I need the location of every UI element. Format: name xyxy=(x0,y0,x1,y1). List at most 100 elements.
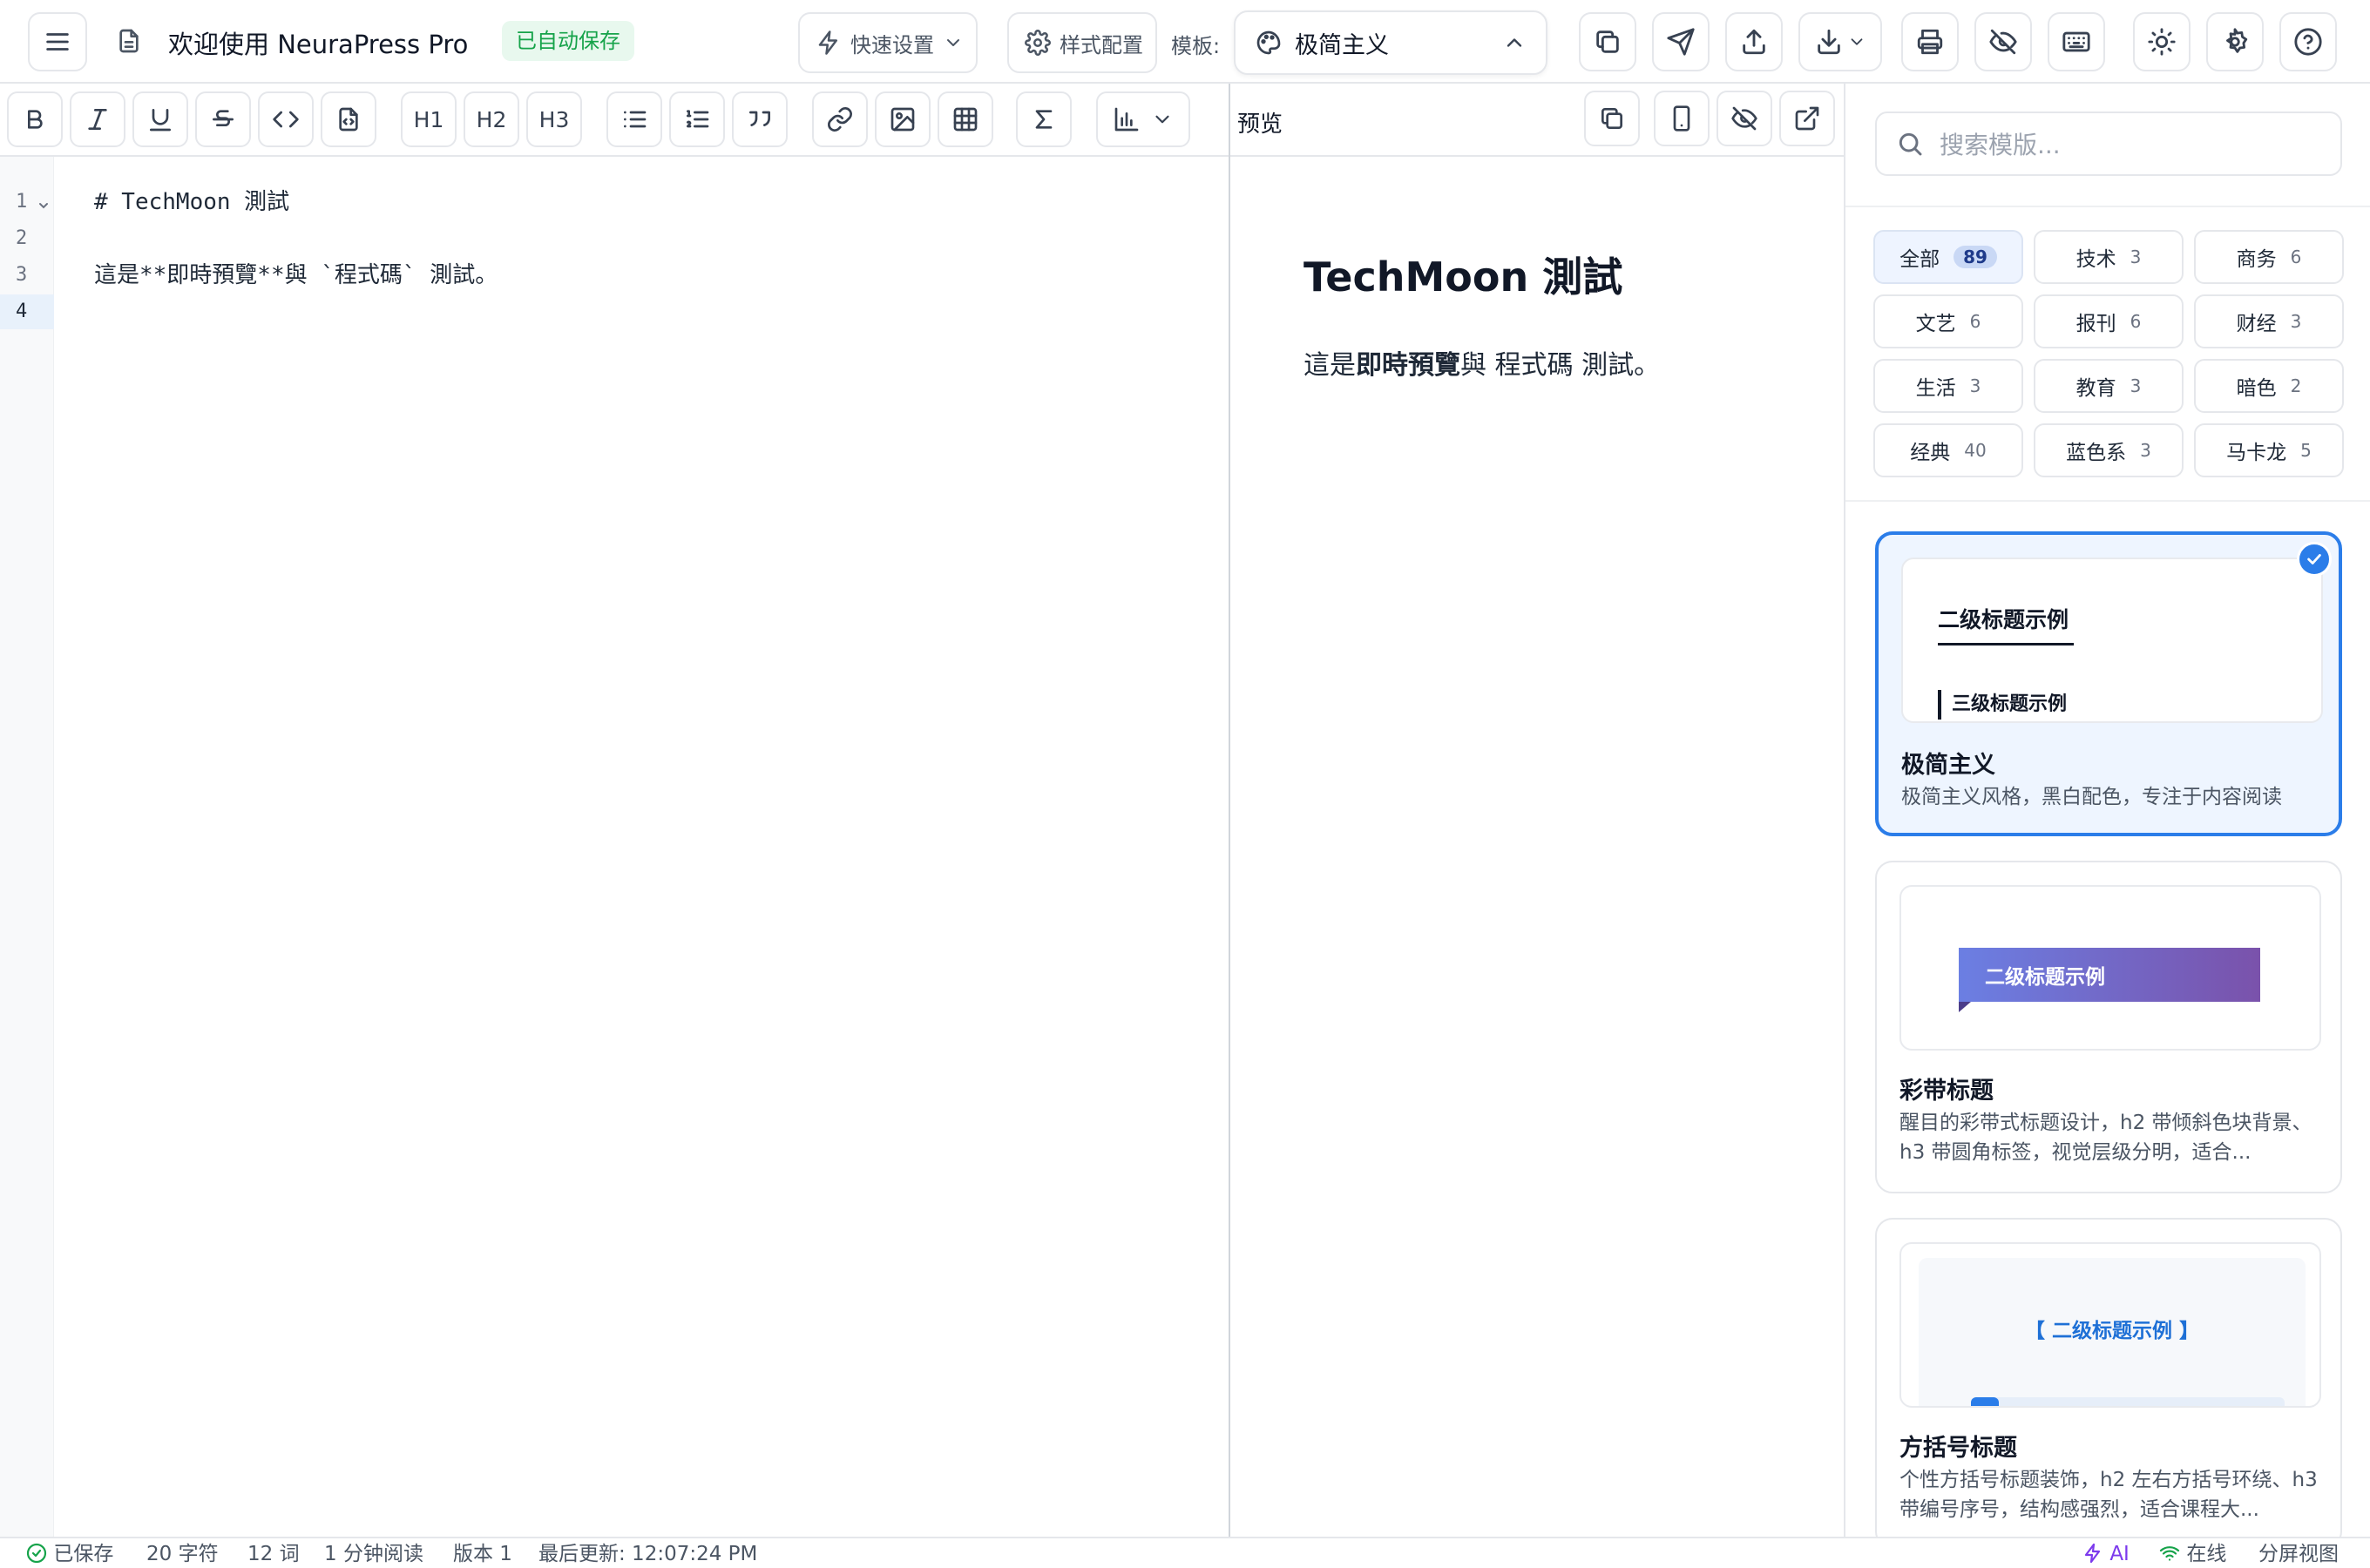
menu-button[interactable] xyxy=(28,12,87,71)
category-count: 3 xyxy=(2290,311,2302,332)
template-card-ribbon[interactable]: 二级标题示例 彩带标题 醒目的彩带式标题设计，h2 带倾斜色块背景、h3 带圆角… xyxy=(1875,861,2342,1193)
copy-preview-button[interactable] xyxy=(1584,91,1640,146)
help-button[interactable] xyxy=(2279,12,2337,71)
sample-h3: 三级标题示例 xyxy=(1938,690,2067,720)
template-card-bracket[interactable]: 【 二级标题示例 】 方括号标题 个性方括号标题装饰，h2 左右方括号环绕、h3… xyxy=(1875,1218,2342,1549)
category-classic[interactable]: 经典 40 xyxy=(1873,423,2023,477)
gear-icon xyxy=(1025,30,1051,56)
chevron-down-icon xyxy=(947,39,959,46)
style-config-label: 样式配置 xyxy=(1060,32,1143,57)
style-config-button[interactable]: 样式配置 xyxy=(1007,12,1157,73)
category-dark[interactable]: 暗色 2 xyxy=(2194,359,2344,413)
online-status: 在线 xyxy=(2159,1540,2226,1568)
template-search-input[interactable]: 搜索模版... xyxy=(1875,112,2342,176)
table-button[interactable] xyxy=(938,91,993,147)
chart-icon xyxy=(1114,107,1139,132)
last-updated: 最后更新: 12:07:24 PM xyxy=(538,1543,758,1565)
bullet-list-button[interactable] xyxy=(606,91,662,147)
char-count: 20 字符 xyxy=(146,1543,219,1565)
category-count: 6 xyxy=(1969,311,1981,332)
category-life[interactable]: 生活 3 xyxy=(1873,359,2023,413)
divider xyxy=(1845,500,2370,502)
word-count: 12 词 xyxy=(247,1543,300,1565)
bold-button[interactable] xyxy=(7,91,63,147)
heading3-button[interactable]: H3 xyxy=(526,91,582,147)
category-label: 技术 xyxy=(2075,248,2116,271)
category-label: 财经 xyxy=(2236,313,2277,335)
toggle-preview-button[interactable] xyxy=(1974,12,2032,71)
view-mode[interactable]: 分屏视图 xyxy=(2258,1540,2339,1568)
category-macaron[interactable]: 马卡龙 5 xyxy=(2194,423,2344,477)
ordered-list-button[interactable] xyxy=(669,91,725,147)
sample-h2-underline xyxy=(1938,643,2074,645)
template-name: 极简主义 xyxy=(1901,752,1995,779)
document-title[interactable]: 欢迎使用 NeuraPress Pro xyxy=(168,24,468,61)
keyboard-shortcuts-button[interactable] xyxy=(2048,12,2105,71)
eye-off-icon xyxy=(1989,29,2017,55)
selected-check-badge xyxy=(2297,542,2332,577)
category-label: 报刊 xyxy=(2075,313,2116,335)
link-button[interactable] xyxy=(812,91,868,147)
formula-button[interactable] xyxy=(1016,91,1072,147)
upload-button[interactable] xyxy=(1725,12,1783,71)
category-count: 89 xyxy=(1954,246,1997,268)
sigma-icon xyxy=(1035,110,1053,129)
category-business[interactable]: 商务 6 xyxy=(2194,230,2344,284)
category-blue[interactable]: 蓝色系 3 xyxy=(2034,423,2184,477)
template-card-minimal[interactable]: 二级标题示例 三级标题示例 极简主义 极简主义风格，黑白配色，专注于内容阅读 xyxy=(1875,531,2342,836)
category-count: 5 xyxy=(2300,440,2312,461)
code-block-button[interactable] xyxy=(321,91,376,147)
category-newspaper[interactable]: 报刊 6 xyxy=(2034,294,2184,348)
template-select[interactable]: 极简主义 xyxy=(1234,10,1547,75)
category-count: 6 xyxy=(2290,247,2302,267)
italic-button[interactable] xyxy=(70,91,125,147)
open-external-button[interactable] xyxy=(1779,91,1835,146)
keyboard-icon xyxy=(2062,31,2090,52)
print-button[interactable] xyxy=(1901,12,1959,71)
sample-h2-ribbon: 二级标题示例 xyxy=(1959,948,2260,1002)
publish-button[interactable] xyxy=(1652,12,1710,71)
link-icon xyxy=(828,107,852,132)
preview-text: 這是 xyxy=(1304,350,1356,381)
quick-settings-button[interactable]: 快速设置 xyxy=(798,12,978,73)
category-tech[interactable]: 技术 3 xyxy=(2034,230,2184,284)
category-finance[interactable]: 财经 3 xyxy=(2194,294,2344,348)
category-count: 40 xyxy=(1964,440,1987,461)
preview-label: 预览 xyxy=(1237,112,1283,138)
chart-insert-button[interactable] xyxy=(1096,91,1190,147)
category-all[interactable]: 全部 89 xyxy=(1873,230,2023,284)
template-preview-thumbnail: 二级标题示例 三级标题示例 xyxy=(1901,558,2323,723)
category-label: 马卡龙 xyxy=(2226,442,2287,464)
preview-header: 预览 xyxy=(1230,84,1844,157)
mobile-preview-button[interactable] xyxy=(1654,91,1710,146)
image-button[interactable] xyxy=(875,91,931,147)
markdown-editor[interactable]: 1 2 3 4 # TechMoon 測試 這是**即時預覽**與 `程式碼` … xyxy=(0,157,1229,1537)
line-number: 2 xyxy=(16,227,28,249)
hide-preview-button[interactable] xyxy=(1717,91,1772,146)
category-literary[interactable]: 文艺 6 xyxy=(1873,294,2023,348)
underline-button[interactable] xyxy=(132,91,188,147)
help-circle-icon xyxy=(2294,28,2322,56)
category-count: 6 xyxy=(2130,311,2142,332)
theme-toggle-button[interactable] xyxy=(2133,12,2191,71)
ai-status[interactable]: AI xyxy=(2082,1540,2130,1568)
inline-code-button[interactable] xyxy=(258,91,314,147)
blockquote-button[interactable] xyxy=(732,91,788,147)
category-label: 蓝色系 xyxy=(2066,442,2127,464)
heading2-button[interactable]: H2 xyxy=(464,91,519,147)
category-education[interactable]: 教育 3 xyxy=(2034,359,2184,413)
sample-h3-number xyxy=(1971,1397,1999,1406)
category-label: 教育 xyxy=(2075,377,2116,400)
sample-h2-bracket: 【 二级标题示例 】 xyxy=(2024,1320,2199,1342)
copy-button[interactable] xyxy=(1579,12,1636,71)
settings-button[interactable] xyxy=(2206,12,2264,71)
strikethrough-button[interactable] xyxy=(195,91,251,147)
copy-icon xyxy=(1601,108,1622,129)
category-label: 文艺 xyxy=(1915,313,1956,335)
underline-icon xyxy=(150,109,171,132)
autosave-badge: 已自动保存 xyxy=(502,21,634,61)
fold-chevron-icon[interactable] xyxy=(37,199,51,213)
download-button[interactable] xyxy=(1798,12,1882,71)
upload-icon xyxy=(1743,29,1765,55)
heading1-button[interactable]: H1 xyxy=(401,91,457,147)
